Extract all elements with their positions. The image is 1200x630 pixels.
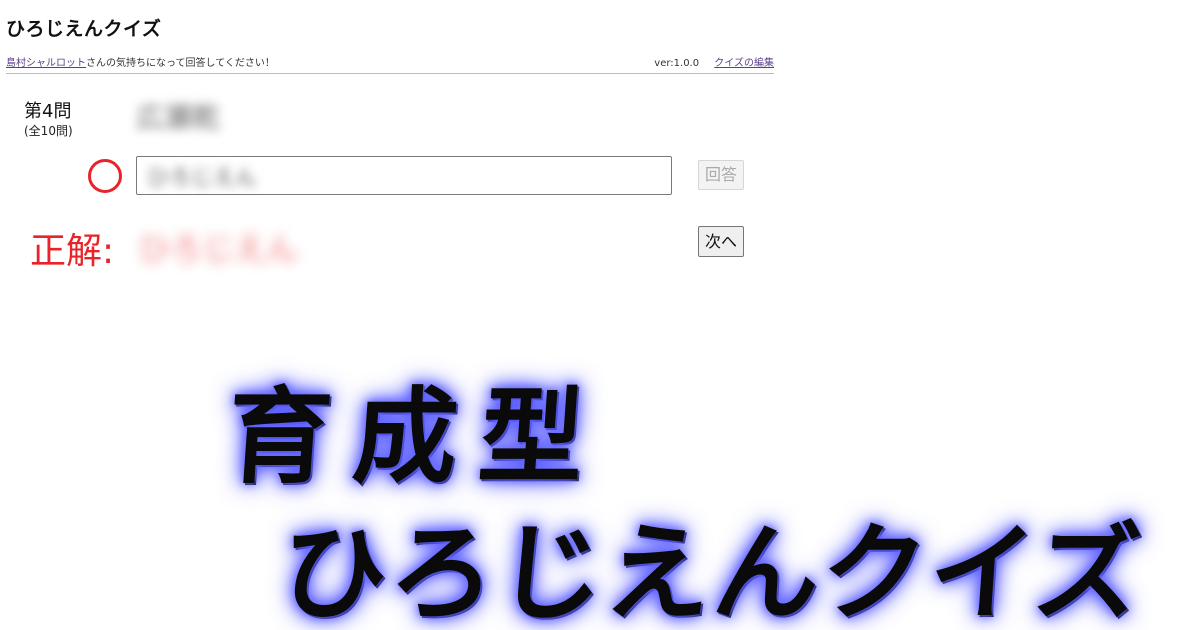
question-total: (全10問) [24,124,73,138]
app-title: ひろじえんクイズ [6,18,162,40]
instruction-text: さんの気持ちになって回答してください！ [86,58,275,69]
correct-label: 正解: [30,231,115,272]
header-divider [6,73,774,74]
logo-overlay: 育成型 ひろじえんクイズ [0,0,1200,630]
answer-field-wrapper [136,156,672,195]
question-number: 第4問 [24,101,72,122]
logo-line-1: 育成型 [223,376,610,498]
subheader: 島村シャルロットさんの気持ちになって回答してください！ ver:1.0.0 クイ… [6,54,774,69]
version-label: ver:1.0.0 [654,58,700,69]
logo-line-2: ひろじえんクイズ [277,512,1147,630]
edit-quiz-link[interactable]: クイズの編集 [714,58,774,69]
subheader-right: ver:1.0.0 クイズの編集 [654,54,774,69]
answer-button[interactable]: 回答 [698,160,744,190]
correct-circle-icon [88,159,122,193]
question-text: 広瀬乾 [136,101,221,134]
correct-answer-value: ひろじえん [138,230,299,268]
answer-input[interactable] [137,157,671,194]
user-link[interactable]: 島村シャルロット [6,58,86,69]
next-button[interactable]: 次へ [698,226,744,257]
